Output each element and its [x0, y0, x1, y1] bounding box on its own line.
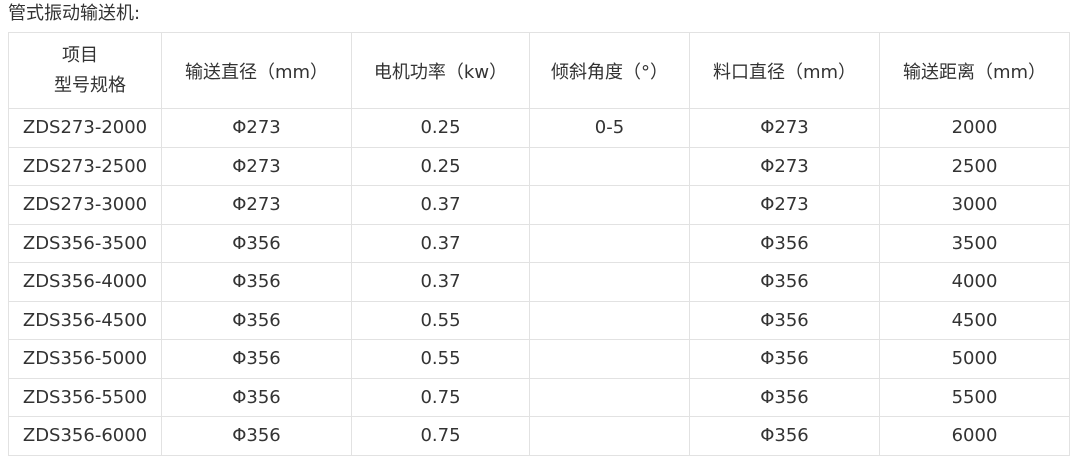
conveying-distance-cell: 2500 — [879, 146, 1070, 186]
table-row: ZDS356-5500 Φ356 0.75 Φ356 5500 — [8, 377, 1070, 417]
model-cell: ZDS273-2500 — [8, 146, 162, 186]
port-diameter-cell: Φ356 — [689, 339, 880, 379]
conveying-diameter-cell: Φ356 — [161, 339, 352, 379]
conveying-distance-cell: 4500 — [879, 300, 1070, 340]
port-diameter-cell: Φ356 — [689, 300, 880, 340]
conveying-diameter-cell: Φ356 — [161, 262, 352, 302]
port-diameter-cell: Φ356 — [689, 416, 880, 456]
model-cell: ZDS273-2000 — [8, 108, 162, 148]
model-cell: ZDS356-6000 — [8, 416, 162, 456]
tilt-angle-cell — [529, 185, 690, 225]
motor-power-cell: 0.37 — [351, 262, 530, 302]
port-diameter-cell: Φ356 — [689, 223, 880, 263]
conveying-diameter-cell: Φ273 — [161, 108, 352, 148]
tilt-angle-cell — [529, 339, 690, 379]
header-conveying-diameter: 输送直径（mm） — [161, 32, 352, 109]
conveying-distance-cell: 3000 — [879, 185, 1070, 225]
motor-power-cell: 0.37 — [351, 185, 530, 225]
header-motor-power: 电机功率（kw） — [351, 32, 530, 109]
motor-power-cell: 0.25 — [351, 146, 530, 186]
port-diameter-cell: Φ273 — [689, 185, 880, 225]
header-corner-item: 项目 — [62, 44, 98, 66]
header-tilt-angle: 倾斜角度（°） — [529, 32, 690, 109]
table-row: ZDS356-4500 Φ356 0.55 Φ356 4500 — [8, 300, 1070, 340]
header-corner-cell: 项目 型号规格 — [8, 32, 162, 109]
tilt-angle-cell — [529, 146, 690, 186]
motor-power-cell: 0.55 — [351, 339, 530, 379]
tilt-angle-cell — [529, 416, 690, 456]
table-row: ZDS273-2500 Φ273 0.25 Φ273 2500 — [8, 146, 1070, 186]
motor-power-cell: 0.75 — [351, 416, 530, 456]
motor-power-cell: 0.55 — [351, 300, 530, 340]
port-diameter-cell: Φ356 — [689, 262, 880, 302]
model-cell: ZDS356-5500 — [8, 377, 162, 417]
page-title: 管式振动输送机: — [8, 3, 141, 24]
tilt-angle-cell — [529, 377, 690, 417]
table-body: ZDS273-2000 Φ273 0.25 0-5 Φ273 2000 ZDS273-250… — [8, 108, 1070, 456]
model-cell: ZDS356-4000 — [8, 262, 162, 302]
table-row: ZDS356-5000 Φ356 0.55 Φ356 5000 — [8, 339, 1070, 379]
tilt-angle-cell — [529, 223, 690, 263]
model-cell: ZDS356-5000 — [8, 339, 162, 379]
tilt-angle-cell — [529, 300, 690, 340]
model-cell: ZDS273-3000 — [8, 185, 162, 225]
table-header-row: 项目 型号规格 输送直径（mm） 电机功率（kw） 倾斜角度（°） 料口直径（m… — [8, 32, 1070, 109]
conveying-distance-cell: 5000 — [879, 339, 1070, 379]
conveying-distance-cell: 5500 — [879, 377, 1070, 417]
header-corner-model: 型号规格 — [54, 74, 126, 96]
tilt-angle-cell — [529, 262, 690, 302]
conveying-diameter-cell: Φ356 — [161, 300, 352, 340]
conveying-diameter-cell: Φ273 — [161, 185, 352, 225]
table-row: ZDS273-2000 Φ273 0.25 0-5 Φ273 2000 — [8, 108, 1070, 148]
conveying-distance-cell: 4000 — [879, 262, 1070, 302]
conveying-distance-cell: 6000 — [879, 416, 1070, 456]
tilt-angle-cell: 0-5 — [529, 108, 690, 148]
motor-power-cell: 0.25 — [351, 108, 530, 148]
conveying-diameter-cell: Φ273 — [161, 146, 352, 186]
model-cell: ZDS356-4500 — [8, 300, 162, 340]
conveying-diameter-cell: Φ356 — [161, 416, 352, 456]
model-cell: ZDS356-3500 — [8, 223, 162, 263]
header-port-diameter: 料口直径（mm） — [689, 32, 880, 109]
port-diameter-cell: Φ273 — [689, 146, 880, 186]
conveying-diameter-cell: Φ356 — [161, 377, 352, 417]
conveying-distance-cell: 3500 — [879, 223, 1070, 263]
conveying-distance-cell: 2000 — [879, 108, 1070, 148]
motor-power-cell: 0.75 — [351, 377, 530, 417]
table-row: ZDS356-6000 Φ356 0.75 Φ356 6000 — [8, 416, 1070, 456]
table-row: ZDS356-4000 Φ356 0.37 Φ356 4000 — [8, 262, 1070, 302]
header-conveying-distance: 输送距离（mm） — [879, 32, 1070, 109]
spec-table: 项目 型号规格 输送直径（mm） 电机功率（kw） 倾斜角度（°） 料口直径（m… — [8, 32, 1070, 456]
motor-power-cell: 0.37 — [351, 223, 530, 263]
table-row: ZDS356-3500 Φ356 0.37 Φ356 3500 — [8, 223, 1070, 263]
table-row: ZDS273-3000 Φ273 0.37 Φ273 3000 — [8, 185, 1070, 225]
port-diameter-cell: Φ356 — [689, 377, 880, 417]
port-diameter-cell: Φ273 — [689, 108, 880, 148]
conveying-diameter-cell: Φ356 — [161, 223, 352, 263]
